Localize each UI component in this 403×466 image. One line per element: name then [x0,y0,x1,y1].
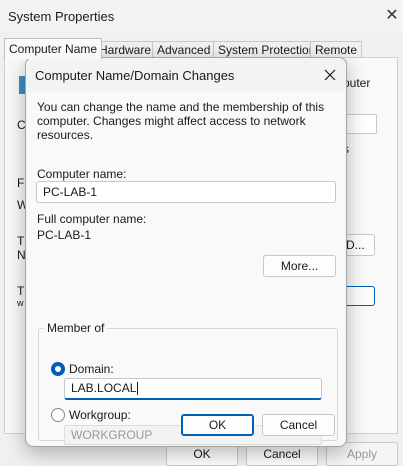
more-button[interactable]: More... [263,255,336,277]
system-properties-title: System Properties [8,9,115,24]
computer-name-label: Computer name: [37,167,127,181]
dialog-title: Computer Name/Domain Changes [35,68,235,83]
workgroup-label: Workgroup: [69,408,131,422]
background-text: puter [343,76,371,90]
computer-name-domain-changes-dialog: Computer Name/Domain Changes You can cha… [25,57,347,447]
domain-label: Domain: [69,362,114,376]
cancel-button[interactable]: Cancel [262,414,335,436]
system-properties-titlebar: System Properties ✕ [0,0,403,32]
close-icon[interactable]: ✕ [382,6,402,26]
ok-button[interactable]: OK [181,414,254,436]
background-text: T [17,234,25,248]
dialog-titlebar: Computer Name/Domain Changes [26,58,346,92]
background-text: F [17,176,25,190]
domain-input[interactable]: LAB.LOCAL [64,378,322,400]
tab-computer-name[interactable]: Computer Name [4,38,103,59]
workgroup-radio[interactable] [51,408,65,422]
computer-name-input[interactable]: PC-LAB-1 [36,181,336,203]
close-icon[interactable] [320,65,340,85]
background-text: T [17,284,25,298]
dialog-description: You can change the name and the membersh… [37,100,325,142]
dialog-body: You can change the name and the membersh… [27,92,345,445]
full-computer-name-value: PC-LAB-1 [37,228,92,242]
background-text: w [17,298,24,308]
background-field [343,114,377,134]
full-computer-name-label: Full computer name: [37,212,147,226]
domain-radio[interactable] [51,362,65,376]
member-of-label: Member of [44,321,108,335]
text-caret [137,382,139,396]
